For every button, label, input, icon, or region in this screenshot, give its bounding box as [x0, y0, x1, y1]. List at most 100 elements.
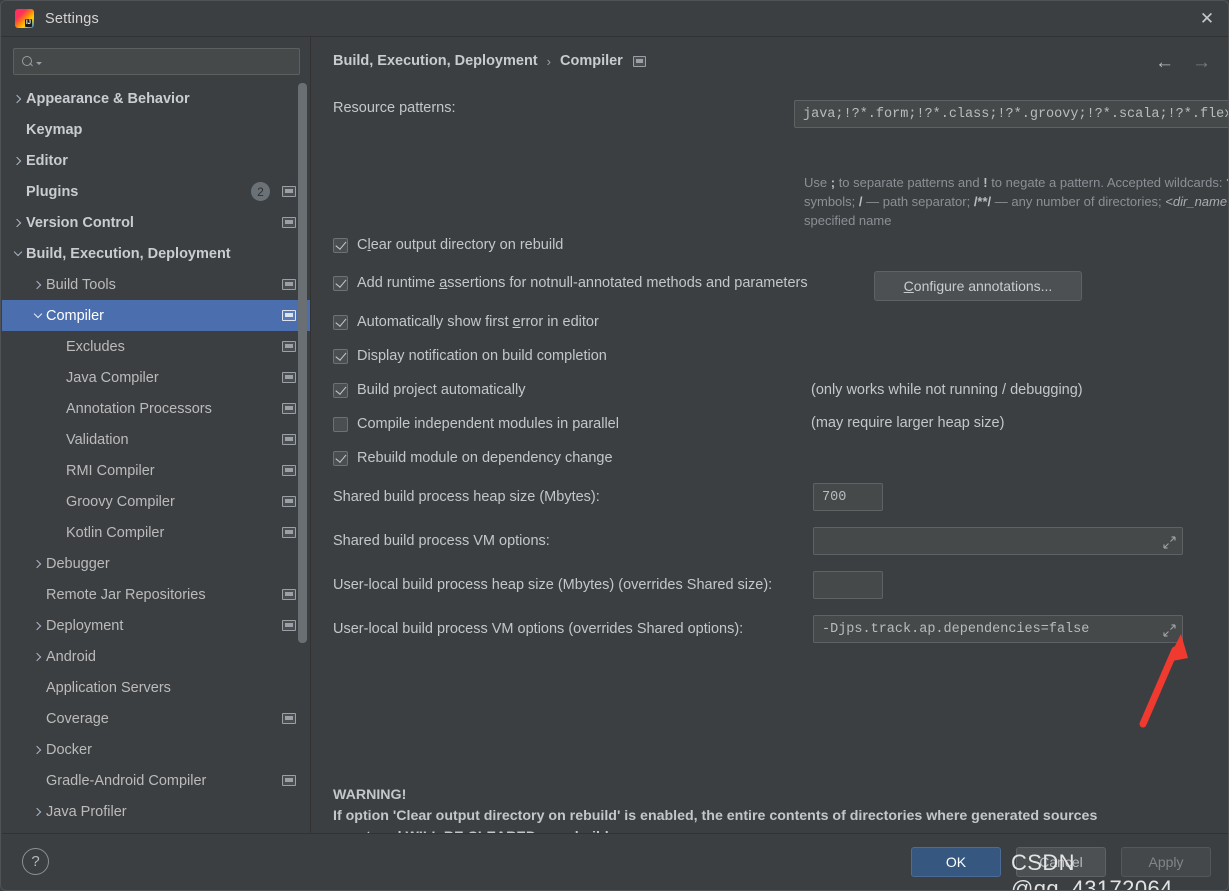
sidebar-item-annotation-processors[interactable]: Annotation Processors: [2, 393, 310, 424]
sidebar-item-kotlin-compiler[interactable]: Kotlin Compiler: [2, 517, 310, 548]
apply-button[interactable]: Apply: [1121, 847, 1211, 877]
sidebar-scrollbar-thumb[interactable]: [298, 83, 307, 643]
chevron-down-icon[interactable]: [10, 247, 26, 257]
sidebar-item-editor[interactable]: Editor: [2, 145, 310, 176]
help-dirpattern: <dir_name>:<pattern>: [1165, 194, 1229, 209]
checkbox-compile-independent-modules-in-parallel[interactable]: Compile independent modules in parallel: [333, 416, 619, 432]
warning-line1: If option 'Clear output directory on reb…: [333, 808, 1098, 824]
sidebar-item-debugger[interactable]: Debugger: [2, 548, 310, 579]
field-input-2[interactable]: [813, 571, 883, 599]
sidebar-item-compiler[interactable]: Compiler: [2, 300, 310, 331]
chevron-right-icon[interactable]: [30, 621, 46, 630]
checkbox-clear-output-directory-on-rebuild[interactable]: Clear output directory on rebuild: [333, 237, 563, 253]
checkbox-checked-icon[interactable]: [333, 237, 348, 253]
project-scope-icon: [282, 775, 296, 786]
resource-patterns-label: Resource patterns:: [333, 100, 456, 116]
project-scope-icon: [282, 186, 296, 197]
checkbox-automatically-show-first-error-in-editor[interactable]: Automatically show first error in editor: [333, 314, 599, 330]
project-scope-icon: [282, 372, 296, 383]
sidebar-item-deployment[interactable]: Deployment: [2, 610, 310, 641]
sidebar-item-build-execution-deployment[interactable]: Build, Execution, Deployment: [2, 238, 310, 269]
resource-patterns-input[interactable]: [794, 100, 1228, 128]
arrow-right-icon[interactable]: →: [1192, 53, 1211, 72]
sidebar-item-application-servers[interactable]: Application Servers: [2, 672, 310, 703]
sidebar-item-android[interactable]: Android: [2, 641, 310, 672]
breadcrumb-parent[interactable]: Build, Execution, Deployment: [333, 53, 538, 69]
checkbox-checked-icon[interactable]: [333, 450, 348, 466]
checkbox-checked-icon[interactable]: [333, 382, 348, 398]
checkbox-checked-icon[interactable]: [333, 348, 348, 364]
breadcrumb-separator: ›: [546, 53, 551, 69]
sidebar-item-version-control[interactable]: Version Control: [2, 207, 310, 238]
sidebar-item-appearance-behavior[interactable]: Appearance & Behavior: [2, 83, 310, 114]
field-label-1: Shared build process VM options:: [333, 533, 550, 549]
sidebar-item-groovy-compiler[interactable]: Groovy Compiler: [2, 486, 310, 517]
chevron-right-icon[interactable]: [10, 94, 26, 103]
sidebar-item-label: Groovy Compiler: [66, 493, 175, 510]
label-pre: Build project automatically: [357, 382, 526, 398]
sidebar-item-label: Build, Execution, Deployment: [26, 245, 231, 262]
resource-patterns-help: Use ; to separate patterns and ! to nega…: [804, 173, 1229, 230]
field-input-1[interactable]: [813, 527, 1183, 555]
sidebar-item-build-tools[interactable]: Build Tools: [2, 269, 310, 300]
resource-patterns-field-wrap: [794, 100, 1228, 128]
sidebar-item-label: Annotation Processors: [66, 400, 212, 417]
close-icon[interactable]: ✕: [1184, 1, 1228, 36]
chevron-down-icon[interactable]: [30, 309, 46, 319]
sidebar-item-validation[interactable]: Validation: [2, 424, 310, 455]
checkbox-checked-icon[interactable]: [333, 314, 348, 330]
checkbox-label: Clear output directory on rebuild: [357, 237, 563, 253]
cancel-button[interactable]: Cancel: [1016, 847, 1106, 877]
sidebar-item-coverage[interactable]: Coverage: [2, 703, 310, 734]
sidebar-item-label: Java Profiler: [46, 803, 127, 820]
help-part7: — any number of directories;: [991, 194, 1166, 209]
sidebar-item-plugins[interactable]: Plugins 2: [2, 176, 310, 207]
sidebar-item-docker[interactable]: Docker: [2, 734, 310, 765]
checkbox-rebuild-module-on-dependency-change[interactable]: Rebuild module on dependency change: [333, 450, 613, 466]
checkbox-add-runtime-assertions-for-notnull-annotated-m[interactable]: Add runtime assertions for notnull-annot…: [333, 275, 808, 291]
chevron-right-icon[interactable]: [30, 745, 46, 754]
chevron-right-icon[interactable]: [30, 652, 46, 661]
chevron-right-icon[interactable]: [10, 218, 26, 227]
checkbox-build-project-automatically[interactable]: Build project automatically: [333, 382, 525, 398]
title-bar: Settings ✕: [1, 1, 1228, 37]
checkbox-label: Rebuild module on dependency change: [357, 450, 613, 466]
settings-dialog: Settings ✕ Appearance & Behavior Keymap Ed…: [0, 0, 1229, 891]
help-button[interactable]: ?: [22, 848, 49, 875]
search-box[interactable]: [13, 48, 300, 75]
plugins-update-badge: 2: [251, 182, 270, 201]
configure-annotations-button[interactable]: Configure annotations...: [874, 271, 1082, 301]
chevron-right-icon[interactable]: [10, 156, 26, 165]
sidebar-item-rmi-compiler[interactable]: RMI Compiler: [2, 455, 310, 486]
arrow-left-icon[interactable]: ←: [1155, 53, 1174, 72]
label-mnemonic: e: [512, 314, 521, 330]
breadcrumb: Build, Execution, Deployment › Compiler: [333, 53, 646, 69]
sidebar-item-excludes[interactable]: Excludes: [2, 331, 310, 362]
settings-sidebar: Appearance & Behavior Keymap Editor Plugins…: [2, 37, 311, 835]
label-pre: Compile independent modules in parallel: [357, 416, 619, 432]
sidebar-item-java-compiler[interactable]: Java Compiler: [2, 362, 310, 393]
sidebar-item-keymap[interactable]: Keymap: [2, 114, 310, 145]
search-input[interactable]: [42, 54, 299, 69]
field-input-0[interactable]: [813, 483, 883, 511]
search-icon: [22, 55, 35, 68]
sidebar-item-gradle-android-compiler[interactable]: Gradle-Android Compiler: [2, 765, 310, 796]
field-input-wrap-2: [813, 571, 883, 599]
sidebar-item-label: Gradle-Android Compiler: [46, 772, 207, 789]
sidebar-item-java-profiler[interactable]: Java Profiler: [2, 796, 310, 827]
project-scope-icon: [282, 620, 296, 631]
sidebar-item-label: Keymap: [26, 121, 83, 138]
field-input-3[interactable]: [813, 615, 1183, 643]
ok-button[interactable]: OK: [911, 847, 1001, 877]
intellij-idea-logo-icon: [15, 9, 34, 28]
checkbox-display-notification-on-build-completion[interactable]: Display notification on build completion: [333, 348, 607, 364]
checkbox-checked-icon[interactable]: [333, 275, 348, 291]
sidebar-item-remote-jar-repositories[interactable]: Remote Jar Repositories: [2, 579, 310, 610]
checkbox-label: Compile independent modules in parallel: [357, 416, 619, 432]
sidebar-item-label: Application Servers: [46, 679, 171, 696]
project-scope-icon: [282, 589, 296, 600]
chevron-right-icon[interactable]: [30, 807, 46, 816]
chevron-right-icon[interactable]: [30, 280, 46, 289]
chevron-right-icon[interactable]: [30, 559, 46, 568]
checkbox-unchecked-icon[interactable]: [333, 416, 348, 432]
